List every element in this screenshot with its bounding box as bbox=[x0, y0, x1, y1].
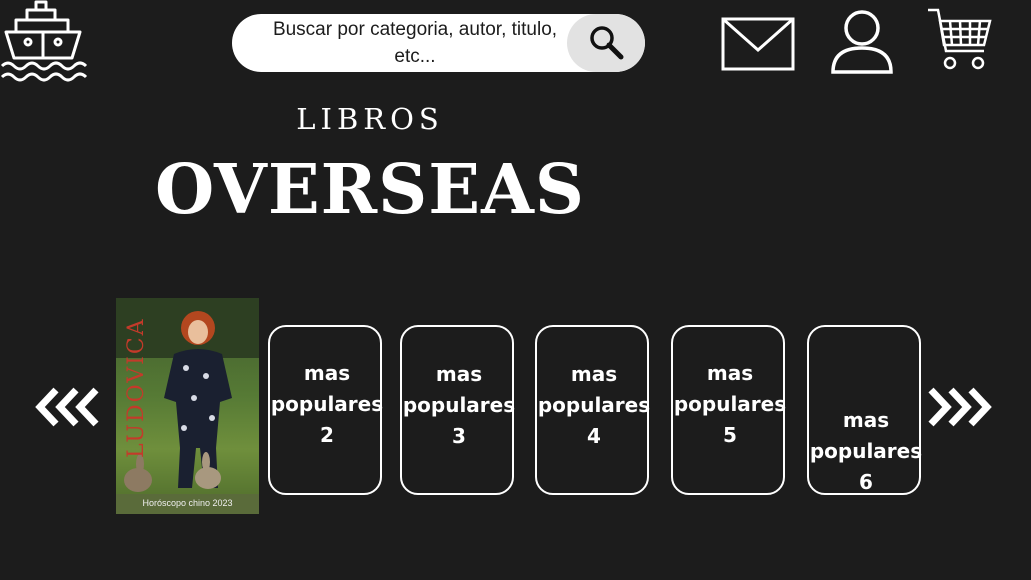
search-bar[interactable]: Buscar por categoria, autor, titulo, etc… bbox=[232, 14, 645, 72]
triple-chevron-left-icon bbox=[35, 387, 99, 427]
ship-logo-icon[interactable] bbox=[0, 0, 88, 84]
search-button[interactable] bbox=[567, 14, 645, 72]
mail-icon[interactable] bbox=[721, 16, 795, 72]
featured-book-cover[interactable]: LUDOVICA Horóscopo chino 2023 bbox=[116, 298, 259, 514]
popular-card-6[interactable]: mas populares 6 bbox=[807, 325, 922, 495]
carousel-prev-button[interactable] bbox=[34, 384, 104, 430]
card-label: mas populares 4 bbox=[537, 362, 651, 448]
user-icon[interactable] bbox=[829, 8, 895, 74]
carousel-next-button[interactable] bbox=[923, 384, 993, 430]
book-caption: Horóscopo chino 2023 bbox=[142, 498, 233, 508]
book-author: LUDOVICA bbox=[124, 317, 149, 459]
search-icon bbox=[590, 26, 624, 60]
card-label: mas populares 5 bbox=[673, 361, 787, 447]
card-label: mas populares 6 bbox=[809, 408, 923, 494]
popular-card-4[interactable]: mas populares 4 bbox=[535, 325, 650, 495]
popular-card-3[interactable]: mas populares 3 bbox=[400, 325, 515, 495]
triple-chevron-right-icon bbox=[928, 387, 992, 427]
card-label: mas populares 2 bbox=[270, 361, 384, 447]
card-label: mas populares 3 bbox=[402, 362, 516, 448]
popular-card-5[interactable]: mas populares 5 bbox=[671, 325, 786, 495]
page-title: OVERSEAS bbox=[155, 150, 585, 230]
popular-card-2[interactable]: mas populares 2 bbox=[268, 325, 383, 495]
page-subtitle: LIBROS bbox=[296, 102, 444, 136]
search-input[interactable]: Buscar por categoria, autor, titulo, etc… bbox=[250, 14, 580, 72]
cart-icon[interactable] bbox=[926, 7, 994, 73]
